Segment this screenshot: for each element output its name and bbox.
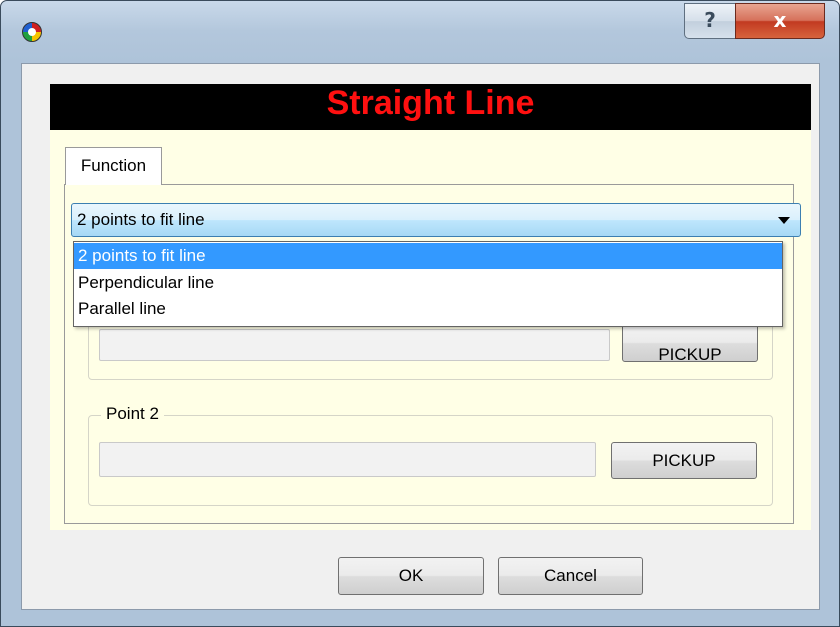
point1-field[interactable] <box>99 329 610 361</box>
function-select-value: 2 points to fit line <box>77 210 205 229</box>
cancel-button[interactable]: Cancel <box>498 557 643 595</box>
point2-pickup-button[interactable]: PICKUP <box>611 442 757 479</box>
chevron-down-icon[interactable] <box>778 217 790 224</box>
dropdown-option[interactable]: Perpendicular line <box>74 270 782 296</box>
page-title: Straight Line <box>326 84 535 122</box>
title-banner: Straight Line <box>50 84 811 130</box>
tab-function[interactable]: Function <box>65 147 162 185</box>
function-dropdown-list[interactable]: 2 points to fit line Perpendicular line … <box>73 241 783 327</box>
dropdown-option[interactable]: 2 points to fit line <box>74 243 782 269</box>
dialog-client-area: Straight Line Function PICKUP Point 2 PI… <box>21 63 820 610</box>
dialog-window: ? x Straight Line Function PICKUP Point … <box>0 0 840 627</box>
app-logo-icon[interactable] <box>22 22 42 42</box>
point2-label: Point 2 <box>101 404 164 424</box>
tab-control: Function PICKUP Point 2 PICKUP <box>50 130 811 530</box>
title-bar[interactable]: ? x <box>1 1 839 63</box>
help-button[interactable]: ? <box>684 3 736 39</box>
close-button[interactable]: x <box>735 3 825 39</box>
function-select[interactable]: 2 points to fit line <box>71 203 801 237</box>
point1-pickup-button[interactable]: PICKUP <box>622 324 758 362</box>
dropdown-option[interactable]: Parallel line <box>74 296 782 322</box>
point2-group: Point 2 PICKUP <box>88 404 773 506</box>
ok-button[interactable]: OK <box>338 557 484 595</box>
point2-field[interactable] <box>99 442 596 477</box>
